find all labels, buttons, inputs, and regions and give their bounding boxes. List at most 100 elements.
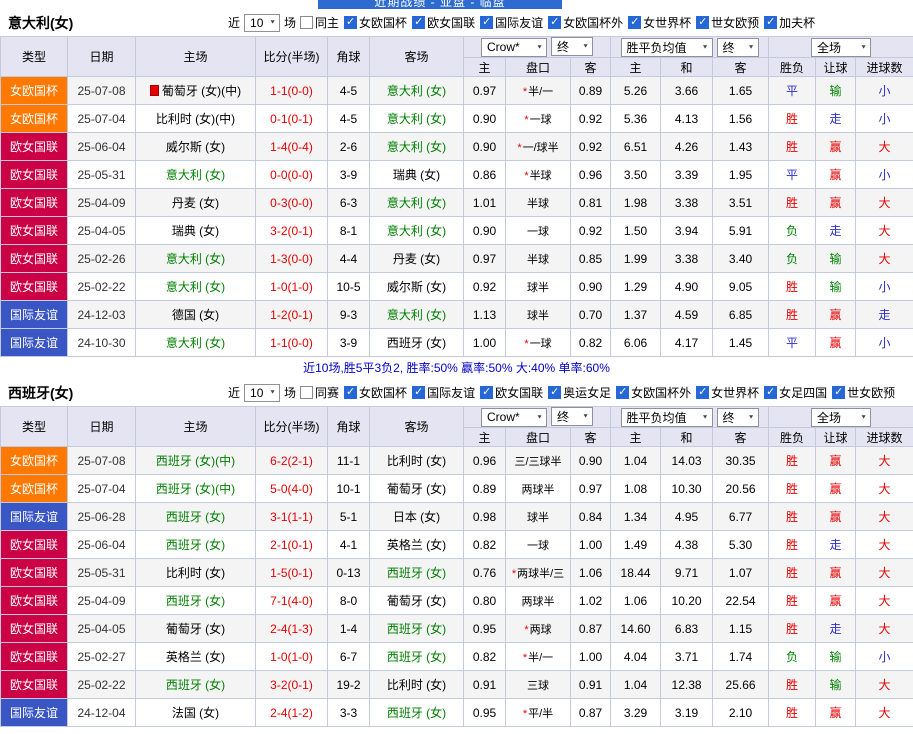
filter-checkbox[interactable]: 女世界杯 [628,14,691,31]
away-handicap-odds: 0.96 [569,160,612,189]
filter-checkbox[interactable]: 女欧国杯外 [548,14,623,31]
filter-checkbox[interactable]: 女世界杯 [696,384,759,401]
away-team-cell: 葡萄牙 (女) [369,474,464,503]
handicap-line: 球半 [505,300,571,329]
away-handicap-odds: 1.00 [569,642,612,671]
home-handicap-odds: 0.90 [463,104,506,133]
match-row: 欧女国联 25-06-04 西班牙 (女) 2-1(0-1) 4-1 英格兰 (女) 0.8… [0,530,913,559]
away-handicap-odds: 0.92 [569,216,612,245]
match-score: 2-1(0-1) [255,530,328,559]
euro-away-odds: 1.43 [712,132,770,161]
avg-state-select[interactable]: 终 ▼ [716,37,759,57]
checkbox-icon[interactable] [616,385,630,399]
away-team-cell: 西班牙 (女) [369,698,464,727]
checkbox-icon[interactable] [344,385,358,399]
select-value: 全场 [817,40,842,55]
home-team-name: 意大利 (女) [165,168,226,182]
section-title: 西班牙(女) [8,384,74,401]
avg-source-select[interactable]: 胜平负均值 ▼ [620,407,713,427]
match-score: 6-2(2-1) [255,446,328,475]
filter-checkbox[interactable]: 同主 [300,14,339,31]
select-value: 胜平负均值 [626,40,687,55]
checkbox-icon[interactable] [300,386,314,399]
away-handicap-odds: 0.90 [569,446,612,475]
filter-checkbox[interactable]: 女欧国杯 [344,384,407,401]
checkbox-icon[interactable] [696,15,710,29]
games-count-select[interactable]: 10 ▼ [244,13,281,32]
select-value: 10 [250,15,264,30]
away-handicap-odds: 0.89 [569,76,612,105]
avg-source-select[interactable]: 胜平负均值 ▼ [620,37,713,57]
away-handicap-odds: 0.92 [569,104,612,133]
filter-checkbox[interactable]: 国际友谊 [412,384,475,401]
home-team-cell: 西班牙 (女) [135,670,256,699]
checkbox-icon[interactable] [548,15,562,29]
games-count-select[interactable]: 10 ▼ [244,383,281,402]
checkbox-icon[interactable] [412,385,426,399]
euro-home-odds: 1.49 [610,530,662,559]
checkbox-icon[interactable] [344,15,358,29]
avg-state-select[interactable]: 终 ▼ [716,407,759,427]
filter-checkbox[interactable]: 世女欧预 [832,384,895,401]
odds-source-select[interactable]: Crow* ▼ [481,407,548,427]
filter-checkbox[interactable]: 奥运女足 [548,384,611,401]
away-team-cell: 意大利 (女) [369,300,464,329]
checkbox-icon[interactable] [628,15,642,29]
euro-away-odds: 6.85 [712,300,770,329]
home-team-cell: 意大利 (女) [135,160,256,189]
scope-select[interactable]: 全场 ▼ [811,37,872,57]
filter-checkbox[interactable]: 欧女国联 [480,384,543,401]
filter-bar: 近 10 ▼ 场 同赛 女欧国杯 国际友谊 欧女国联 奥运女足 女欧国杯外 女世界杯 女足四国 世女欧预 [226,383,898,402]
checkbox-icon[interactable] [300,16,314,29]
filter-checkbox[interactable]: 女欧国杯外 [616,384,691,401]
home-team-name: 威尔斯 (女) [165,140,226,154]
result-handicap: 输 [815,272,857,301]
filter-checkbox[interactable]: 女足四国 [764,384,827,401]
odds-state-select[interactable]: 终 ▼ [551,407,594,427]
result-handicap: 走 [815,614,857,643]
checkbox-icon[interactable] [412,15,426,29]
checkbox-icon[interactable] [480,385,494,399]
result-wdl: 负 [768,642,817,671]
league-badge: 欧女国联 [0,530,68,559]
away-team-cell: 西班牙 (女) [369,614,464,643]
away-favorite-star: * [522,707,528,720]
checkbox-icon[interactable] [696,385,710,399]
match-row: 欧女国联 25-04-05 瑞典 (女) 3-2(0-1) 8-1 意大利 (女) 0.90… [0,216,913,245]
match-date: 24-10-30 [67,328,136,357]
filter-checkbox[interactable]: 女欧国杯 [344,14,407,31]
checkbox-icon[interactable] [548,385,562,399]
home-handicap-odds: 0.92 [463,272,506,301]
handicap-text: 两球半 [521,595,555,608]
match-row: 欧女国联 25-04-09 丹麦 (女) 0-3(0-0) 6-3 意大利 (女) 1.01… [0,188,913,217]
analysis-icon[interactable] [149,85,159,96]
checkbox-icon[interactable] [764,15,778,29]
filter-checkbox[interactable]: 国际友谊 [480,14,543,31]
match-date: 24-12-03 [67,300,136,329]
handicap-text: 一球 [527,225,549,238]
handicap-line: *半球 [505,160,571,189]
match-row: 女欧国杯 25-07-08 葡萄牙 (女)(中) 1-1(0-0) 4-5 意大利 (女)… [0,76,913,105]
top-nav-active-tab[interactable]: 近期战绩 - 亚盘 - 临盘 [318,0,562,9]
checkbox-icon[interactable] [832,385,846,399]
odds-state-select[interactable]: 终 ▼ [551,37,594,57]
odds-source-select[interactable]: Crow* ▼ [481,37,548,57]
result-goals: 小 [855,272,913,301]
match-row: 国际友谊 24-12-03 德国 (女) 1-2(0-1) 9-3 意大利 (女) 1.13… [0,300,913,329]
scope-select[interactable]: 全场 ▼ [811,407,872,427]
home-team-name: 比利时 (女) [165,566,226,580]
result-goals: 小 [855,160,913,189]
home-team-name: 葡萄牙 (女) [165,622,226,636]
filter-checkbox[interactable]: 同赛 [300,384,339,401]
select-value: 终 [722,410,735,425]
filter-checkbox[interactable]: 加夫杯 [764,14,815,31]
handicap-line: 半球 [505,188,571,217]
match-date: 25-04-05 [67,216,136,245]
checkbox-icon[interactable] [764,385,778,399]
filter-checkbox[interactable]: 欧女国联 [412,14,475,31]
handicap-text: 三球 [527,679,549,692]
handicap-line: 三球 [505,670,571,699]
checkbox-icon[interactable] [480,15,494,29]
filter-checkbox[interactable]: 世女欧预 [696,14,759,31]
home-handicap-odds: 0.97 [463,244,506,273]
